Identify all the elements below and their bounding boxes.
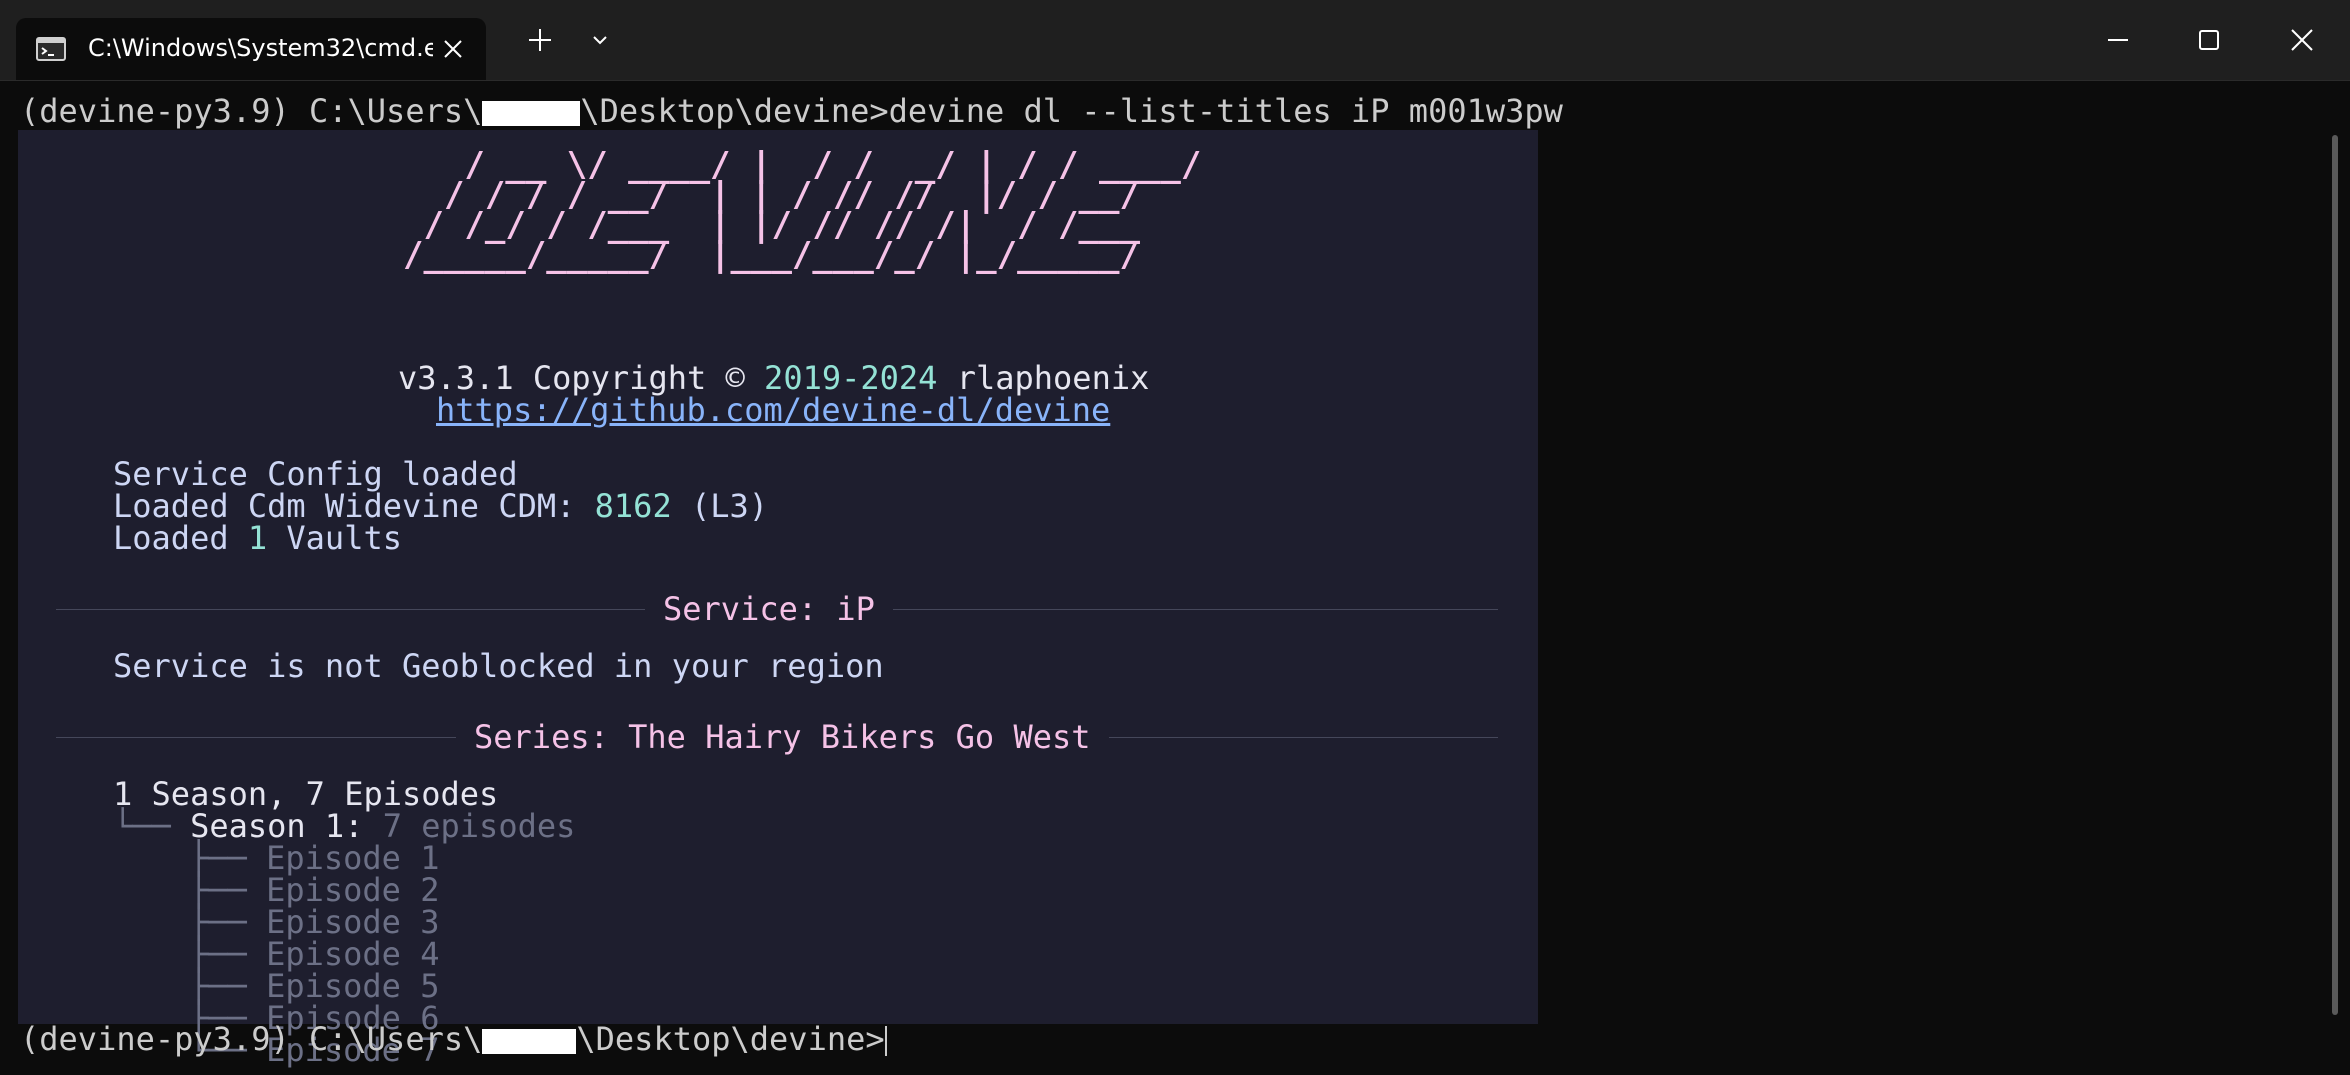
series-rule-label: Series: The Hairy Bikers Go West [456, 719, 1109, 755]
redacted-username [482, 101, 581, 126]
geo-status-text: Service is not Geoblocked in your region [113, 647, 884, 685]
cdm-level: (L3) [671, 487, 769, 525]
prompt-line: (devine-py3.9) C:\Users\ \Desktop\devine>… [20, 91, 1563, 131]
redacted-username [482, 1029, 577, 1054]
prompt-suffix: \Desktop\devine> [576, 1020, 885, 1058]
plus-icon[interactable] [524, 24, 556, 56]
text-cursor [884, 1026, 887, 1056]
title-bar: C:\Windows\System32\cmd.e [0, 0, 2350, 81]
devine-banner-art: / __ \/ ____/ | / / _/ | / / ____/ / / /… [403, 145, 1202, 275]
minimize-icon[interactable] [2098, 20, 2138, 60]
service-rule-label: Service: iP [645, 591, 893, 627]
prompt-prefix: (devine-py3.9) C:\Users\ [20, 1020, 483, 1058]
tab-cmd[interactable]: C:\Windows\System32\cmd.e [16, 18, 486, 80]
maximize-icon[interactable] [2189, 20, 2229, 60]
github-link[interactable]: https://github.com/devine-dl/devine [436, 392, 1110, 428]
close-icon[interactable] [442, 38, 464, 60]
prompt-line-current[interactable]: (devine-py3.9) C:\Users\ \Desktop\devine> [20, 1019, 887, 1059]
command-text: devine dl --list-titles iP m001w3pw [888, 92, 1563, 130]
close-window-icon[interactable] [2282, 20, 2322, 60]
vaults-prefix: Loaded [113, 519, 248, 557]
chevron-down-icon[interactable] [584, 24, 616, 56]
vaults-suffix: Vaults [267, 519, 402, 557]
scrollbar[interactable] [2332, 135, 2338, 1015]
cdm-id: 8162 [594, 487, 672, 525]
vaults-loaded-line: Loaded 1 Vaults [113, 520, 402, 556]
prompt-prefix: (devine-py3.9) C:\Users\ [20, 92, 483, 130]
prompt-suffix: \Desktop\devine> [580, 92, 889, 130]
output-panel: / __ \/ ____/ | / / _/ | / / ____/ / / /… [18, 130, 1538, 1068]
tab-title: C:\Windows\System32\cmd.e [88, 34, 433, 62]
terminal-icon [36, 37, 66, 61]
tree-branch: └── [113, 807, 191, 845]
vaults-count: 1 [247, 519, 268, 557]
